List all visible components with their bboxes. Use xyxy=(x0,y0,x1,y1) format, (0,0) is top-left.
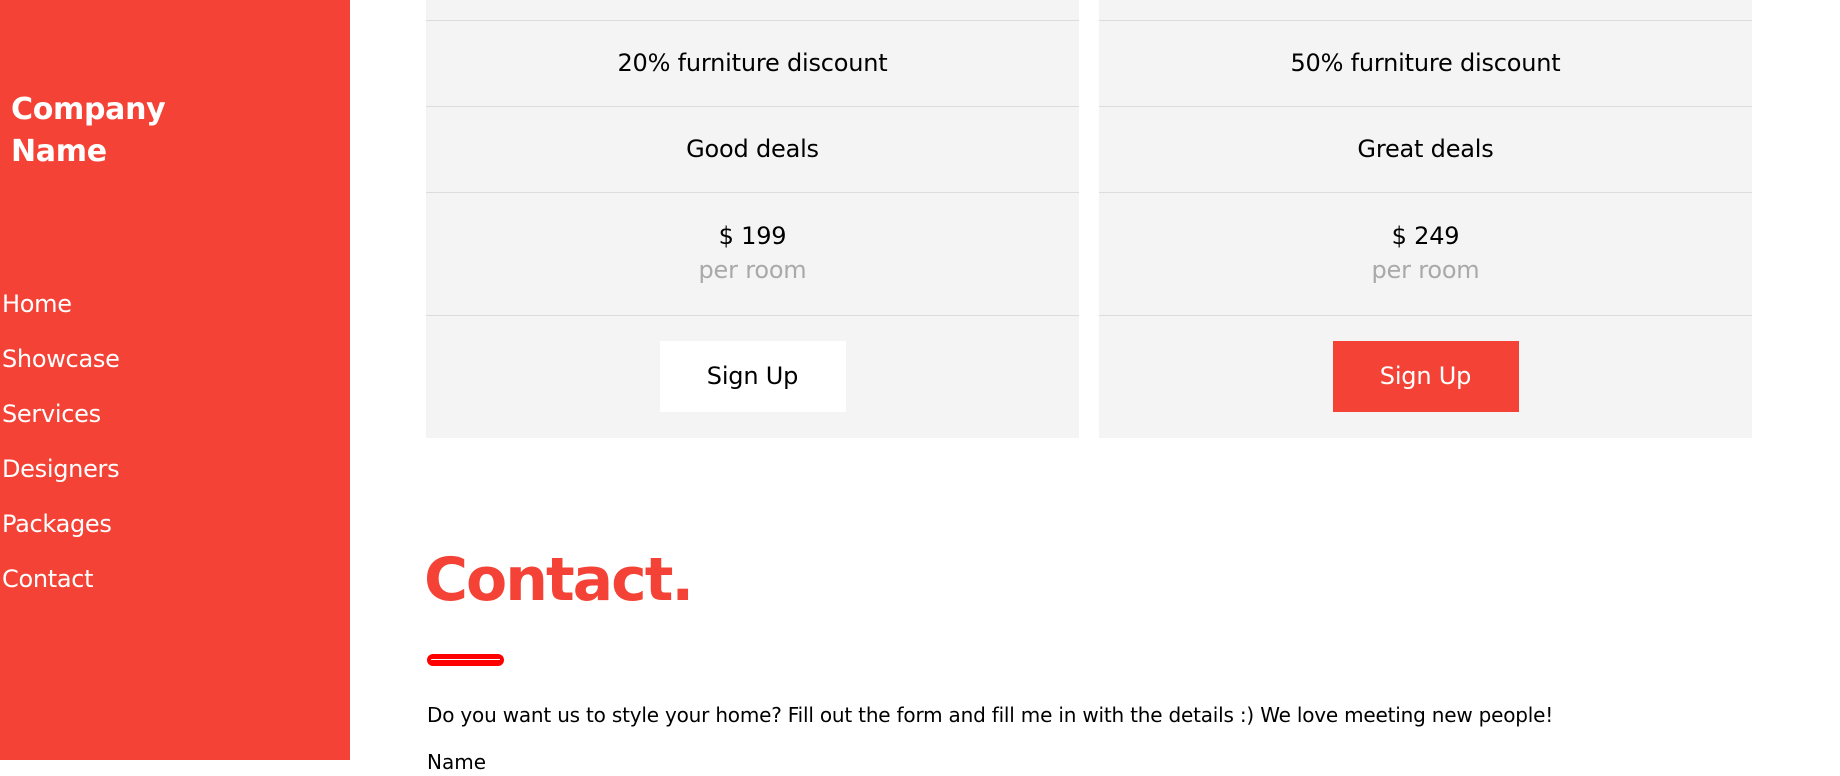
heading-divider xyxy=(427,654,504,666)
nav-item-contact[interactable]: Contact xyxy=(2,561,120,616)
sign-up-button[interactable]: Sign Up xyxy=(1332,341,1519,412)
sign-up-button[interactable]: Sign Up xyxy=(659,341,846,412)
name-field-label: Name xyxy=(427,750,487,774)
nav-item-packages[interactable]: Packages xyxy=(2,506,120,561)
nav-item-showcase[interactable]: Showcase xyxy=(2,341,120,396)
pricing-action-row: Sign Up xyxy=(1099,315,1752,439)
pricing-discount: 20% furniture discount xyxy=(426,20,1079,106)
pricing-price: $ 199 xyxy=(718,222,787,250)
contact-heading: Contact. xyxy=(424,545,694,615)
nav-item-designers[interactable]: Designers xyxy=(2,451,120,506)
main-content: 20% furniture discount Good deals $ 199 … xyxy=(350,0,1840,774)
company-name: Company Name xyxy=(11,92,166,169)
pricing-price-row: $ 249 per room xyxy=(1099,192,1752,315)
contact-intro: Do you want us to style your home? Fill … xyxy=(427,703,1554,727)
pricing-card-pro: 20% furniture discount Good deals $ 199 … xyxy=(426,0,1079,438)
pricing-unit: per room xyxy=(1371,256,1480,284)
pricing-discount: 50% furniture discount xyxy=(1099,20,1752,106)
pricing-unit: per room xyxy=(698,256,807,284)
pricing-price-row: $ 199 per room xyxy=(426,192,1079,315)
sidebar: Company Name Home Showcase Services Desi… xyxy=(0,0,350,760)
pricing-card-premium: 50% furniture discount Great deals $ 249… xyxy=(1099,0,1752,438)
pricing-deals: Great deals xyxy=(1099,106,1752,192)
pricing-deals: Good deals xyxy=(426,106,1079,192)
pricing-price: $ 249 xyxy=(1391,222,1460,250)
pricing-action-row: Sign Up xyxy=(426,315,1079,439)
nav-item-services[interactable]: Services xyxy=(2,396,120,451)
nav-item-home[interactable]: Home xyxy=(2,286,120,341)
sidebar-nav: Home Showcase Services Designers Package… xyxy=(2,286,120,616)
